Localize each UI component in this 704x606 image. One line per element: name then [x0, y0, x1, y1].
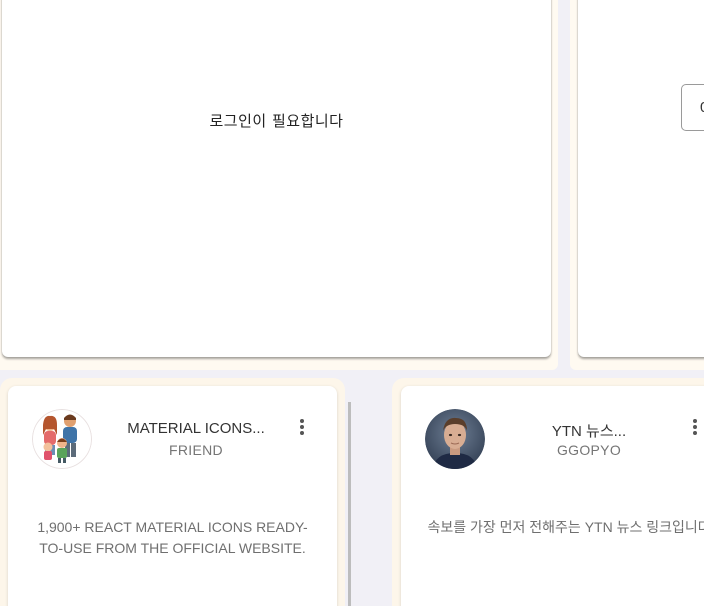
family-avatar — [32, 409, 92, 469]
person-avatar — [425, 409, 485, 469]
card-description: 1,900+ REACT MATERIAL ICONS READY-TO-USE… — [37, 519, 308, 556]
right-card — [578, 0, 704, 357]
link-card[interactable]: MATERIAL ICONS... FRIEND 1,900+ REACT MA… — [8, 386, 337, 606]
card-subtitle: GGOPYO — [556, 442, 622, 458]
card-subtitle: FRIEND — [169, 442, 223, 458]
app-viewport: 로그인이 필요합니다 0 — [0, 0, 704, 606]
login-required-card: 로그인이 필요합니다 — [2, 0, 551, 357]
link-card[interactable]: YTN 뉴스... GGOPYO 속보를 가장 먼저 전해주는 YTN 뉴스 링… — [401, 386, 704, 606]
column-divider — [348, 402, 351, 606]
card-title: MATERIAL ICONS... — [127, 420, 265, 437]
family-cartoon-icon — [32, 409, 92, 469]
login-required-message: 로그인이 필요합니다 — [209, 112, 344, 130]
card-description: 속보를 가장 먼저 전해주는 YTN 뉴스 링크입니다. — [427, 519, 704, 535]
more-vert-icon[interactable] — [685, 416, 704, 440]
card-title: YTN 뉴스... — [551, 423, 627, 440]
person-photo-icon — [425, 409, 485, 469]
more-vert-icon[interactable] — [292, 416, 312, 440]
right-card-button[interactable]: 0 — [681, 84, 704, 131]
